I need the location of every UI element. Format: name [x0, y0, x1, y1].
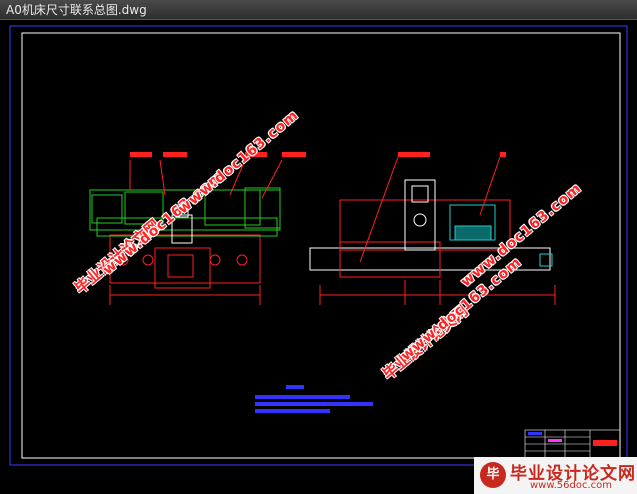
brand-url: www.56doc.com [530, 480, 613, 491]
drawing-canvas[interactable]: 毕业设计论文网 www.doc163.com www.doc163.com 毕业… [0, 20, 637, 494]
annotation-block [255, 385, 373, 413]
brand-badge: 毕 毕业设计论文网 www.56doc.com [474, 457, 637, 494]
outer-frame [9, 25, 628, 466]
title-block [524, 429, 621, 459]
window-title-bar: A0机床尺寸联系总图.dwg [0, 0, 637, 20]
brand-logo-icon: 毕 [480, 462, 506, 488]
front-view [89, 152, 306, 305]
window-title: A0机床尺寸联系总图.dwg [6, 3, 147, 17]
cad-drawing [9, 25, 628, 466]
